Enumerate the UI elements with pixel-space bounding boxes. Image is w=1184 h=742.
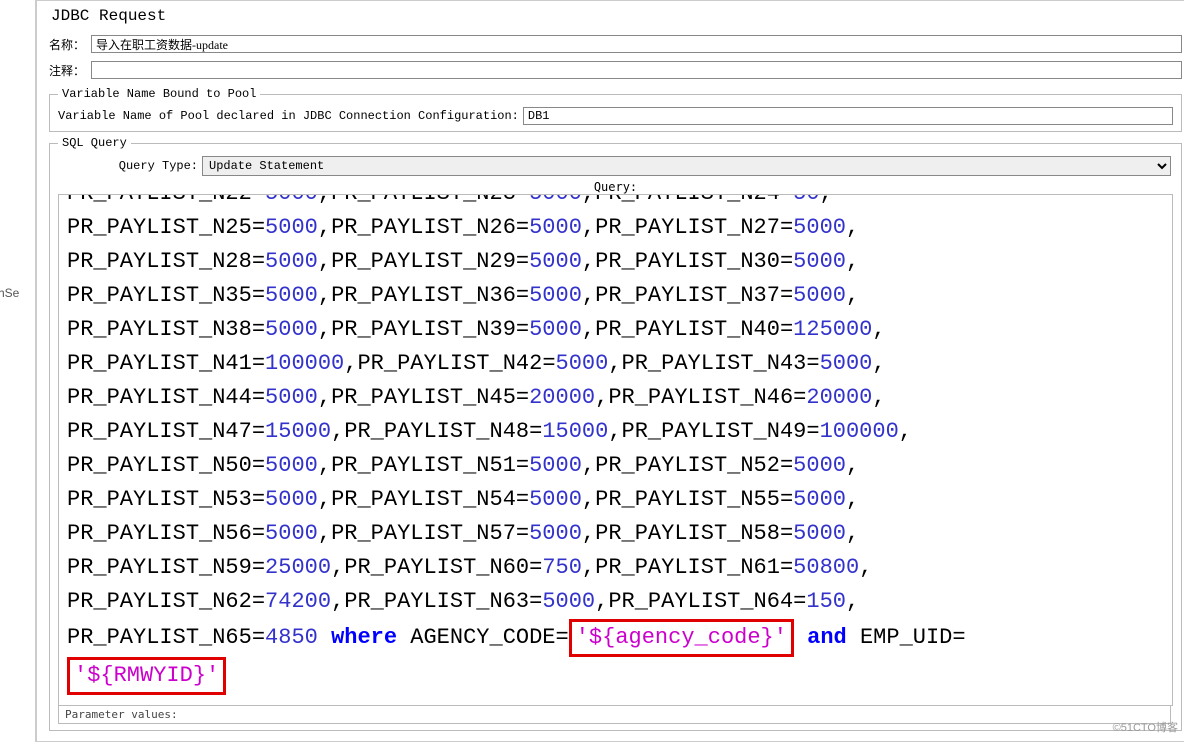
pool-fieldset: Variable Name Bound to Pool Variable Nam… (49, 87, 1182, 132)
comment-input[interactable] (91, 61, 1182, 79)
sql-fieldset: SQL Query Query Type: Update Statement Q… (49, 136, 1182, 731)
query-type-row: Query Type: Update Statement (58, 156, 1173, 176)
left-cutoff-text: chSe (0, 286, 19, 300)
watermark: ©51CTO博客 (1113, 719, 1178, 735)
query-type-select[interactable]: Update Statement (202, 156, 1171, 176)
name-row: 名称： (49, 35, 1184, 53)
query-label: Query: (58, 180, 1173, 194)
panel-title: JDBC Request (49, 7, 1184, 25)
highlight-agency-code: '${agency_code}' (569, 619, 794, 657)
pool-label: Variable Name of Pool declared in JDBC C… (58, 109, 519, 123)
comment-label: 注释： (49, 62, 91, 79)
pool-input[interactable] (523, 107, 1173, 125)
pool-row: Variable Name of Pool declared in JDBC C… (58, 107, 1173, 125)
pool-legend: Variable Name Bound to Pool (58, 87, 260, 101)
jdbc-request-panel: JDBC Request 名称： 注释： Variable Name Bound… (36, 0, 1184, 742)
highlight-rmwyid: '${RMWYID}' (67, 657, 226, 695)
name-input[interactable] (91, 35, 1182, 53)
sql-legend: SQL Query (58, 136, 131, 150)
left-panel-cutoff: chSe (0, 0, 36, 742)
name-label: 名称： (49, 36, 91, 53)
comment-row: 注释： (49, 61, 1184, 79)
query-textarea[interactable]: PR_PAYLIST_N22=5000,PR_PAYLIST_N23=5000,… (58, 194, 1173, 706)
parameter-values-label: Parameter values: (58, 706, 1171, 724)
query-type-label: Query Type: (58, 159, 198, 173)
